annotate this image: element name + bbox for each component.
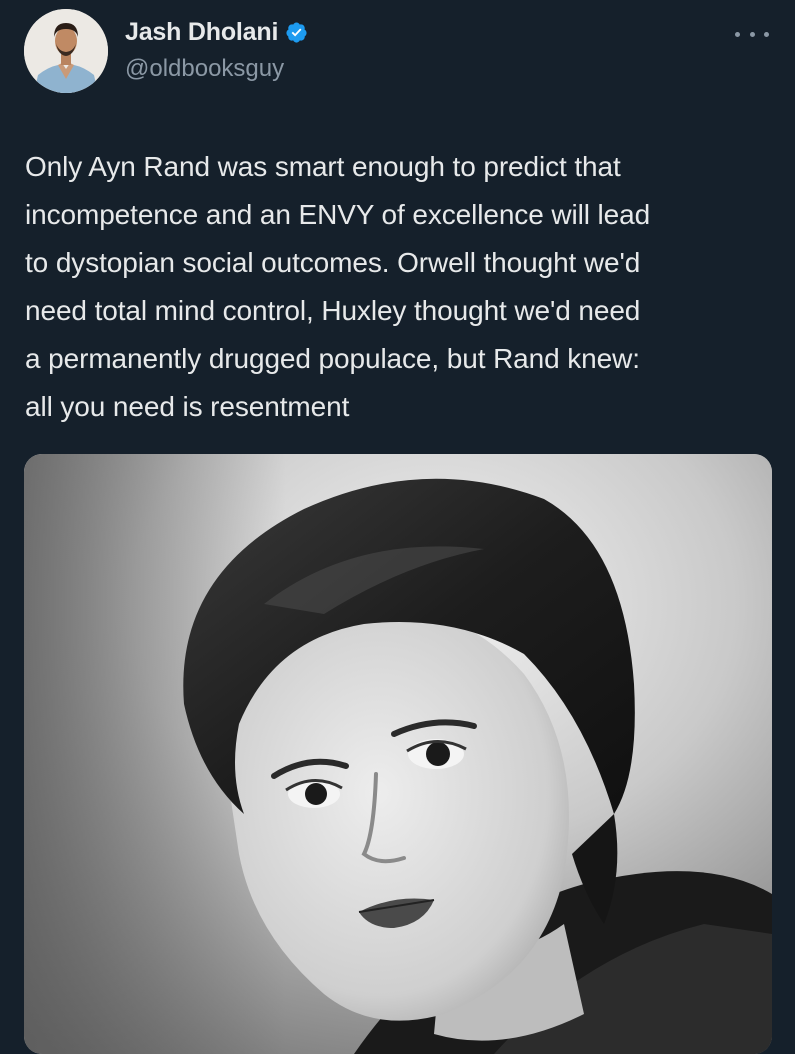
- author-avatar[interactable]: [24, 9, 108, 93]
- verified-badge-icon: [286, 21, 307, 43]
- tweet: Jash Dholani @oldbooksguy Only Ayn Rand …: [0, 0, 795, 1054]
- author-name-row[interactable]: Jash Dholani: [125, 15, 308, 49]
- tweet-text: Only Ayn Rand was smart enough to predic…: [25, 151, 651, 422]
- author-handle[interactable]: @oldbooksguy: [125, 55, 284, 83]
- author-display-name[interactable]: Jash Dholani: [125, 18, 278, 47]
- tweet-photo[interactable]: [24, 454, 772, 1054]
- more-options-icon[interactable]: [735, 24, 769, 44]
